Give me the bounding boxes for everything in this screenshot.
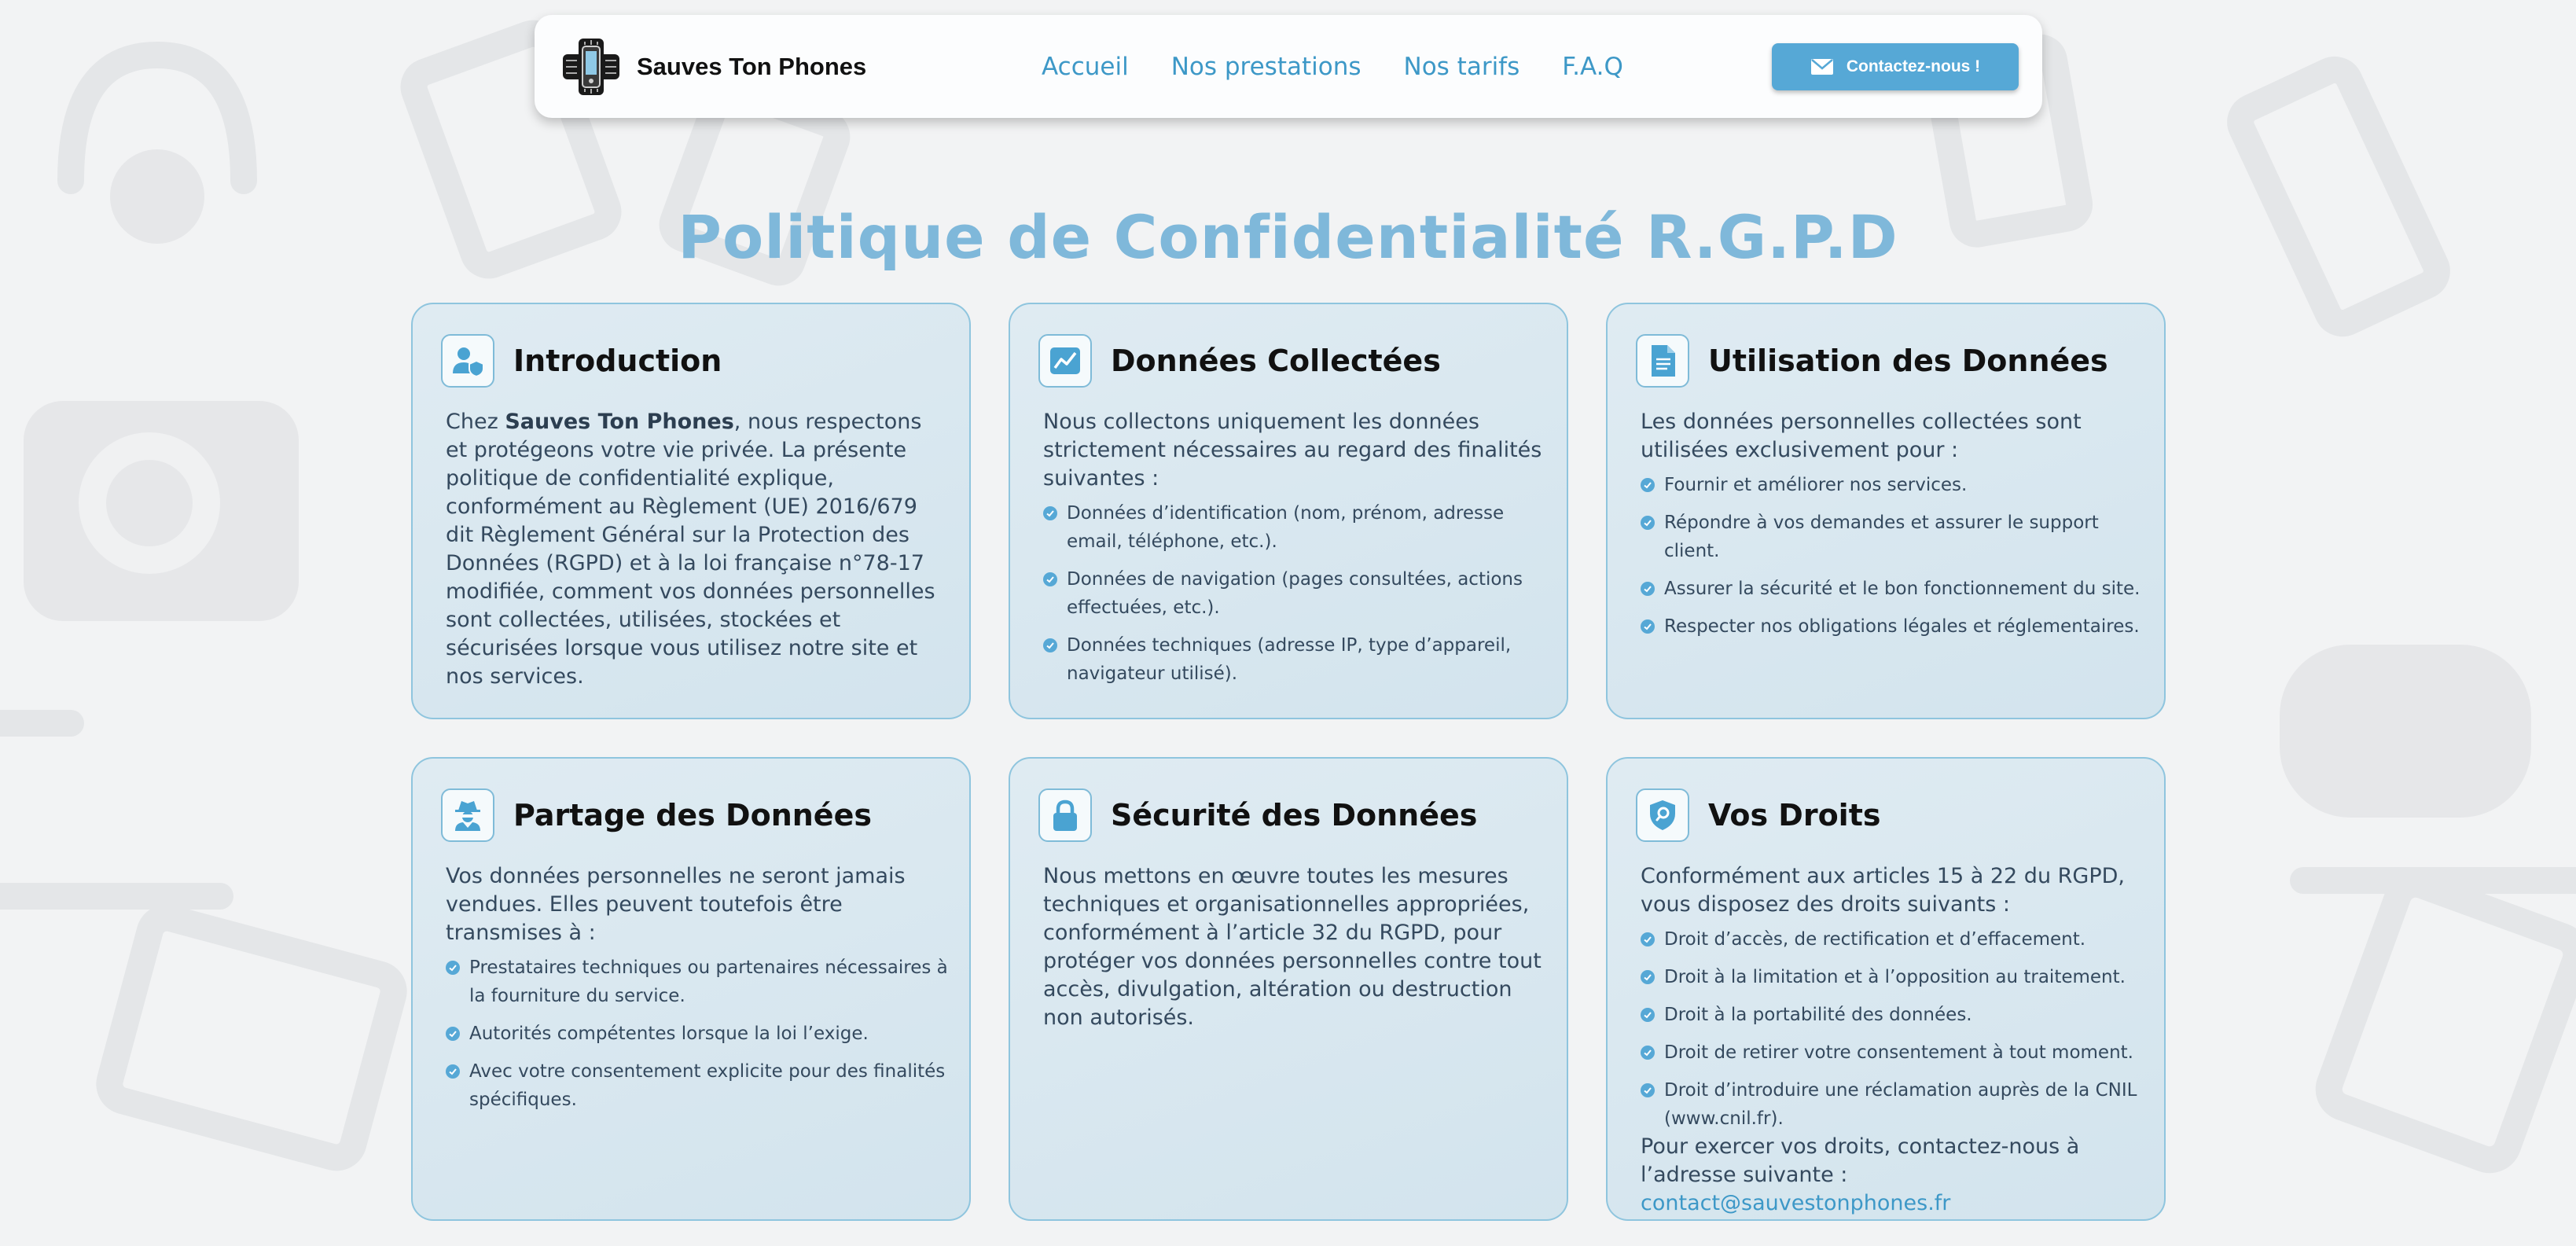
check-circle-icon: [1641, 478, 1655, 492]
card-title: Vos Droits: [1708, 798, 1881, 833]
list-item: Répondre à vos demandes et assurer le su…: [1641, 509, 2144, 565]
check-circle-icon: [1641, 619, 1655, 634]
card-donnees-collectees: Données Collectées Nous collectons uniqu…: [1009, 303, 1568, 719]
card-title: Sécurité des Données: [1111, 798, 1478, 833]
nav-link-prestations[interactable]: Nos prestations: [1171, 53, 1361, 81]
check-circle-icon: [1641, 932, 1655, 946]
card-title: Partage des Données: [513, 798, 872, 833]
shield-search-icon: [1636, 788, 1689, 842]
check-circle-icon: [1641, 1083, 1655, 1097]
list-item: Droit d’accès, de rectification et d’eff…: [1641, 925, 2144, 954]
list-item: Prestataires techniques ou partenaires n…: [446, 954, 949, 1010]
check-circle-icon: [1043, 638, 1057, 652]
list-item: Assurer la sécurité et le bon fonctionne…: [1641, 575, 2144, 603]
intro-text: Chez Sauves Ton Phones, nous respectons …: [446, 410, 935, 689]
card-vos-droits: Vos Droits Conformément aux articles 15 …: [1606, 757, 2166, 1221]
usage-intro: Les données personnelles collectées sont…: [1641, 410, 2082, 462]
sharing-intro: Vos données personnelles ne seront jamai…: [446, 864, 906, 945]
card-title: Données Collectées: [1111, 344, 1441, 378]
list-item: Fournir et améliorer nos services.: [1641, 471, 2144, 499]
list-item: Données de navigation (pages consultées,…: [1043, 565, 1546, 622]
card-title: Introduction: [513, 344, 722, 378]
card-title: Utilisation des Données: [1708, 344, 2108, 378]
check-circle-icon: [1641, 582, 1655, 596]
check-circle-icon: [1043, 506, 1057, 520]
nav-links: Accueil Nos prestations Nos tarifs F.A.Q: [1042, 15, 1666, 118]
check-circle-icon: [446, 961, 460, 975]
contact-button-label: Contactez-nous !: [1846, 57, 1981, 75]
list-item: Droit à la portabilité des données.: [1641, 1001, 2144, 1029]
security-text: Nous mettons en œuvre toutes les mesures…: [1043, 864, 1542, 1030]
usage-list: Fournir et améliorer nos services. Répon…: [1641, 471, 2144, 641]
document-icon: [1636, 334, 1689, 388]
chart-line-icon: [1038, 334, 1092, 388]
list-item: Données d’identification (nom, prénom, a…: [1043, 499, 1546, 556]
list-item: Droit d’introduire une réclamation auprè…: [1641, 1076, 2144, 1133]
list-item: Droit à la limitation et à l’opposition …: [1641, 963, 2144, 991]
intro-brand-name: Sauves Ton Phones: [505, 410, 734, 434]
check-circle-icon: [1641, 970, 1655, 984]
lock-icon: [1038, 788, 1092, 842]
contact-button[interactable]: Contactez-nous !: [1772, 43, 2019, 90]
check-circle-icon: [446, 1064, 460, 1079]
list-item: Respecter nos obligations légales et rég…: [1641, 612, 2144, 641]
check-circle-icon: [1043, 572, 1057, 586]
list-item: Autorités compétentes lorsque la loi l’e…: [446, 1020, 949, 1048]
check-circle-icon: [1641, 516, 1655, 530]
sharing-list: Prestataires techniques ou partenaires n…: [446, 954, 949, 1114]
user-shield-icon: [441, 334, 494, 388]
check-circle-icon: [1641, 1008, 1655, 1022]
nav-link-accueil[interactable]: Accueil: [1042, 53, 1129, 81]
nav-link-faq[interactable]: F.A.Q: [1562, 53, 1623, 81]
top-navbar: Sauves Ton Phones Accueil Nos prestation…: [535, 15, 2042, 118]
list-item: Données techniques (adresse IP, type d’a…: [1043, 631, 1546, 688]
nav-link-tarifs[interactable]: Nos tarifs: [1404, 53, 1520, 81]
check-circle-icon: [446, 1027, 460, 1041]
brand-link[interactable]: Sauves Ton Phones: [561, 37, 866, 97]
card-utilisation-donnees: Utilisation des Données Les données pers…: [1606, 303, 2166, 719]
card-partage-donnees: Partage des Données Vos données personne…: [411, 757, 971, 1221]
collected-list: Données d’identification (nom, prénom, a…: [1043, 499, 1546, 688]
card-securite-donnees: Sécurité des Données Nous mettons en œuv…: [1009, 757, 1568, 1221]
rights-list: Droit d’accès, de rectification et d’eff…: [1641, 925, 2144, 1133]
brand-name: Sauves Ton Phones: [637, 53, 867, 80]
card-introduction: Introduction Chez Sauves Ton Phones, nou…: [411, 303, 971, 719]
envelope-icon: [1810, 59, 1833, 75]
list-item: Avec votre consentement explicite pour d…: [446, 1057, 949, 1114]
collected-intro: Nous collectons uniquement les données s…: [1043, 410, 1542, 491]
rights-intro: Conformément aux articles 15 à 22 du RGP…: [1641, 864, 2125, 917]
user-secret-icon: [441, 788, 494, 842]
logo-icon: [563, 39, 619, 95]
contact-email-link[interactable]: contact@sauvestonphones.fr: [1641, 1191, 1950, 1215]
page-title: Politique de Confidentialité R.G.P.D: [678, 201, 1898, 272]
check-circle-icon: [1641, 1046, 1655, 1060]
rights-outro: Pour exercer vos droits, contactez-nous …: [1641, 1134, 2080, 1215]
list-item: Droit de retirer votre consentement à to…: [1641, 1038, 2144, 1067]
